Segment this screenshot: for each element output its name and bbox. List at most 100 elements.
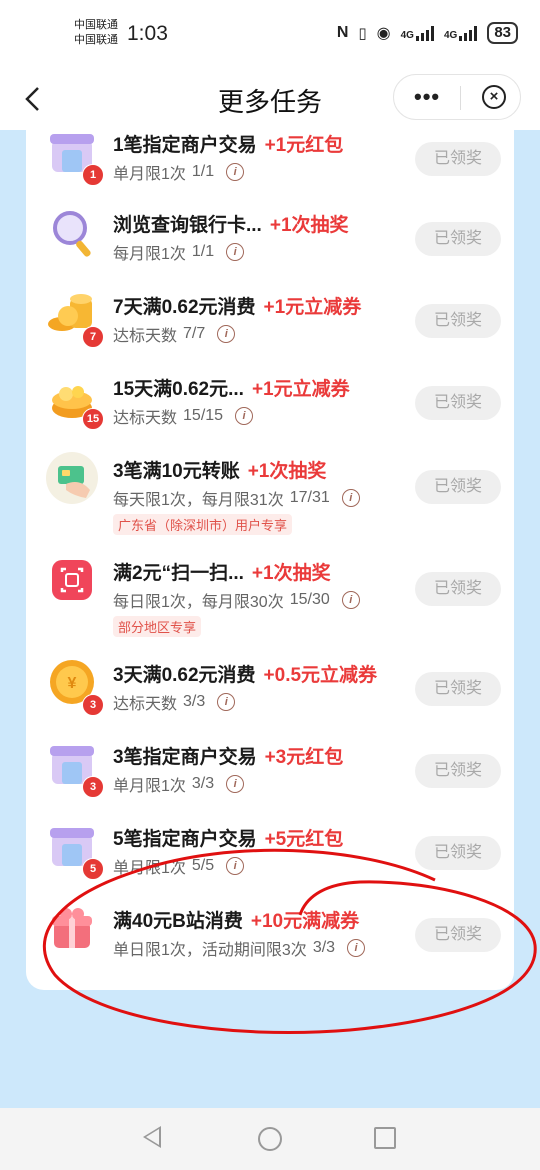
info-icon[interactable]: i	[235, 407, 254, 425]
task-limit: 单月限1次 3/3 i	[113, 772, 245, 796]
progress-text: 15/30	[289, 591, 330, 608]
claimed-button[interactable]: 已领奖	[415, 918, 501, 952]
task-reward: +1次抽奖	[247, 461, 327, 482]
task-reward: +5元红包	[264, 829, 344, 850]
progress-text: 7/7	[183, 325, 206, 342]
task-list-card: 1 1笔指定商户交易 +1元红包 单月限1次 1/1 i 已领奖 浏览查询银行卡... +1次抽…	[26, 130, 514, 990]
carrier-1: 中国联通	[74, 19, 118, 31]
task-row: 满2元“扫一扫... +1次抽奖每日限1次，每月限30次 15/30 i 部分地区专享 已…	[26, 548, 514, 637]
task-name: 1笔指定商户交易 +1元红包	[113, 130, 343, 157]
info-icon[interactable]: i	[217, 693, 236, 711]
nav-recent-icon[interactable]	[374, 1127, 396, 1149]
task-limit: 达标天数 15/15 i	[113, 404, 254, 428]
count-badge: 7	[82, 326, 104, 348]
gift-icon	[46, 902, 102, 958]
limit-text: 每日限1次，每月限30次	[113, 594, 284, 611]
progress-text: 3/3	[191, 775, 215, 792]
task-row: 5 5笔指定商户交易 +5元红包单月限1次 5/5 i 已领奖	[26, 814, 514, 894]
info-icon[interactable]: i	[341, 591, 360, 609]
limit-text: 单日限1次，活动期间限3次	[113, 942, 307, 959]
nav-header: 更多任务 ••• ×	[0, 68, 540, 130]
task-reward: +1次抽奖	[269, 215, 349, 236]
task-limit: 单日限1次，活动期间限3次 3/3 i	[113, 936, 366, 960]
task-limit: 每日限1次，每月限30次 15/30 i	[113, 588, 360, 612]
count-badge: 5	[82, 858, 104, 880]
info-icon[interactable]: i	[226, 857, 245, 875]
card-hand-icon	[46, 452, 102, 508]
progress-text: 5/5	[191, 857, 215, 874]
battery-icon: 83	[487, 22, 518, 44]
limit-text: 单月限1次	[113, 778, 186, 795]
region-tag: 广东省（除深圳市）用户专享	[113, 514, 293, 535]
task-limit: 单月限1次 1/1 i	[113, 160, 245, 184]
task-reward: +1元红包	[264, 135, 344, 156]
task-title: 3笔指定商户交易	[113, 747, 257, 768]
carrier-labels: 中国联通 中国联通	[74, 18, 118, 48]
claimed-button[interactable]: 已领奖	[415, 470, 501, 504]
task-title: 满2元“扫一扫...	[113, 563, 244, 584]
task-name: 7天满0.62元消费 +1元立减券	[113, 292, 361, 319]
task-reward: +1元立减券	[263, 297, 362, 318]
task-name: 15天满0.62元... +1元立减券	[113, 374, 350, 401]
carrier-2: 中国联通	[74, 34, 118, 46]
limit-text: 单月限1次	[113, 860, 186, 877]
info-icon[interactable]: i	[217, 325, 236, 343]
count-badge: 1	[82, 164, 104, 186]
task-name: 5笔指定商户交易 +5元红包	[113, 824, 343, 851]
limit-text: 每天限1次，每月限31次	[113, 492, 284, 509]
limit-text: 达标天数	[113, 328, 178, 345]
claimed-button[interactable]: 已领奖	[415, 222, 501, 256]
info-icon[interactable]: i	[226, 243, 245, 261]
progress-text: 1/1	[191, 163, 215, 180]
task-limit: 单月限1次 5/5 i	[113, 854, 245, 878]
task-name: 满40元B站消费 +10元满减券	[113, 906, 359, 933]
svg-text:¥: ¥	[68, 675, 77, 692]
info-icon[interactable]: i	[226, 163, 245, 181]
task-title: 7天满0.62元消费	[113, 297, 256, 318]
magnifier-icon	[46, 206, 102, 262]
progress-text: 3/3	[183, 693, 206, 710]
count-badge: 15	[82, 408, 104, 430]
task-name: 3笔满10元转账 +1次抽奖	[113, 456, 326, 483]
claimed-button[interactable]: 已领奖	[415, 304, 501, 338]
claimed-button[interactable]: 已领奖	[415, 572, 501, 606]
signal-1-icon: 4G	[401, 25, 434, 41]
hotspot-icon: ◉	[376, 25, 391, 42]
task-row: 3笔满10元转账 +1次抽奖每天限1次，每月限31次 17/31 i 广东省（除深圳市）…	[26, 446, 514, 535]
region-tag: 部分地区专享	[113, 616, 202, 637]
claimed-button[interactable]: 已领奖	[415, 672, 501, 706]
claimed-button[interactable]: 已领奖	[415, 836, 501, 870]
limit-text: 单月限1次	[113, 166, 186, 183]
info-icon[interactable]: i	[347, 939, 366, 957]
claimed-button[interactable]: 已领奖	[415, 142, 501, 176]
task-reward: +10元满减券	[250, 911, 360, 932]
claimed-button[interactable]: 已领奖	[415, 754, 501, 788]
task-row: 满40元B站消费 +10元满减券单日限1次，活动期间限3次 3/3 i 已领奖	[26, 896, 514, 976]
claimed-button[interactable]: 已领奖	[415, 386, 501, 420]
task-title: 满40元B站消费	[113, 911, 243, 932]
task-reward: +1次抽奖	[251, 563, 331, 584]
signal-2-icon: 4G	[444, 25, 478, 41]
nfc-icon: N	[336, 24, 349, 41]
task-limit: 达标天数 3/3 i	[113, 690, 236, 714]
task-reward: +1元立减券	[251, 379, 350, 400]
task-row: 1 1笔指定商户交易 +1元红包单月限1次 1/1 i 已领奖	[26, 130, 514, 200]
nav-back-icon[interactable]	[143, 1126, 161, 1148]
count-badge: 3	[82, 776, 104, 798]
mini-program-capsule: ••• ×	[393, 74, 521, 120]
task-title: 3笔满10元转账	[113, 461, 240, 482]
progress-text: 1/1	[191, 243, 215, 260]
system-nav-bar	[0, 1108, 540, 1170]
task-title: 3天满0.62元消费	[113, 665, 256, 686]
task-title: 15天满0.62元...	[113, 379, 244, 400]
limit-text: 达标天数	[113, 696, 178, 713]
vibrate-icon: ▯	[358, 25, 367, 42]
close-circle-icon[interactable]: ×	[482, 85, 506, 109]
progress-text: 17/31	[289, 489, 330, 506]
info-icon[interactable]: i	[341, 489, 360, 507]
task-limit: 每月限1次 1/1 i	[113, 240, 245, 264]
task-row: 7 7天满0.62元消费 +1元立减券达标天数 7/7 i 已领奖	[26, 282, 514, 362]
info-icon[interactable]: i	[226, 775, 245, 793]
more-dots-icon[interactable]: •••	[414, 86, 440, 108]
nav-home-icon[interactable]	[258, 1127, 282, 1151]
